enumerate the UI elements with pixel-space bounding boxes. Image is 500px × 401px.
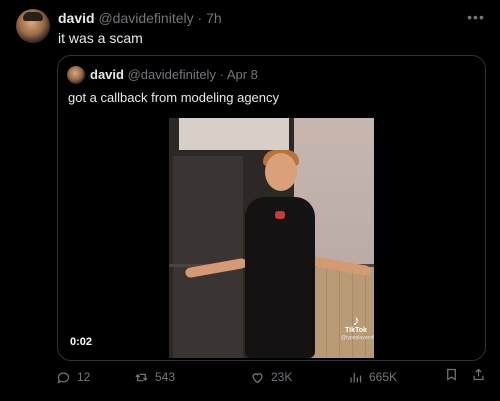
quoted-tweet-text: got a callback from modeling agency [68, 90, 280, 105]
quoted-tweet[interactable]: david @davidefinitely · Apr 8 got a call… [57, 55, 486, 361]
views-count: 665K [369, 370, 398, 384]
separator: · [219, 67, 224, 82]
tiktok-username: @typeplayerofficial [341, 335, 374, 341]
tweet[interactable]: david @davidefinitely · 7h ••• it was a … [0, 0, 500, 401]
retweet-icon [134, 370, 149, 385]
quoted-tweet-date[interactable]: Apr 8 [227, 67, 258, 82]
tiktok-watermark: ♪ TikTok @typeplayerofficial [341, 312, 374, 341]
views-button[interactable]: 665K [348, 367, 397, 387]
quoted-tweet-header: david @davidefinitely · Apr 8 [90, 67, 258, 83]
reply-count: 12 [77, 370, 91, 384]
tweet-time[interactable]: 7h [206, 10, 222, 26]
reply-button[interactable]: 12 [56, 367, 90, 387]
like-button[interactable]: 23K [250, 367, 292, 387]
tweet-text: it was a scam [58, 30, 143, 46]
author-handle[interactable]: @davidefinitely [98, 10, 193, 26]
tiktok-label: TikTok [345, 327, 367, 334]
share-icon [471, 367, 486, 382]
tiktok-icon: ♪ [352, 312, 360, 328]
bookmark-icon [444, 367, 459, 382]
retweet-button[interactable]: 543 [134, 367, 175, 387]
tweet-header: david @davidefinitely · 7h [58, 9, 222, 27]
reply-icon [56, 370, 71, 385]
heart-icon [250, 370, 265, 385]
quoted-author-avatar[interactable] [67, 66, 85, 84]
separator: · [197, 10, 203, 26]
author-name[interactable]: david [58, 10, 95, 26]
quoted-author-name[interactable]: david [90, 67, 124, 82]
author-avatar[interactable] [16, 9, 50, 43]
video-player[interactable]: ♪ TikTok @typeplayerofficial [169, 118, 374, 358]
video-scene-logo [275, 211, 285, 219]
video-scene-door [173, 156, 243, 358]
video-scene-head [265, 153, 297, 191]
video-duration: 0:02 [70, 336, 93, 348]
views-icon [348, 370, 363, 385]
bookmark-button[interactable] [444, 367, 459, 382]
video-scene-person [184, 150, 372, 358]
quoted-author-handle[interactable]: @davidefinitely [128, 67, 216, 82]
retweet-count: 543 [155, 370, 176, 384]
video-scene-tile [314, 266, 374, 358]
video-scene-window [179, 118, 289, 150]
more-horizontal-icon[interactable]: ••• [466, 9, 486, 27]
tweet-actions: 12 543 23K 665K [56, 367, 496, 387]
share-button[interactable] [471, 367, 486, 382]
like-count: 23K [271, 370, 293, 384]
video-scene-apron [245, 197, 315, 358]
